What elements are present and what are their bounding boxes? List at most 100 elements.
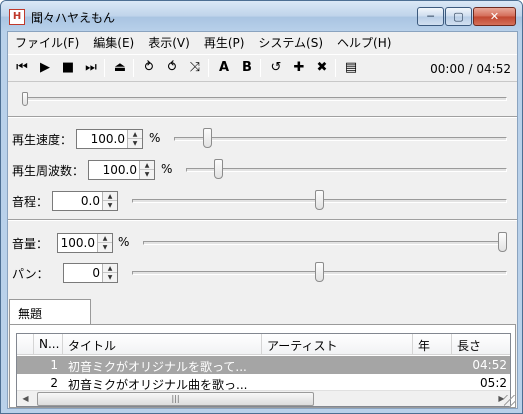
ab-loop-b-icon[interactable]: B <box>237 58 257 78</box>
speed-label: 再生速度： <box>12 133 73 147</box>
previous-icon[interactable]: ⏮ <box>12 58 32 78</box>
column-header-number[interactable]: N... <box>34 334 63 355</box>
toolbar-separator <box>335 59 336 77</box>
pitch-value: 0.0 <box>80 194 100 208</box>
menu-edit[interactable]: 編集(E) <box>86 32 141 52</box>
mark-loop-icon[interactable]: ↺ <box>266 58 286 78</box>
frequency-label: 再生周波数： <box>12 164 85 178</box>
scroll-left-icon[interactable]: ◀ <box>17 391 34 406</box>
menu-bar: ファイル(F) 編集(E) 表示(V) 再生(P) システム(S) ヘルプ(H) <box>8 32 517 52</box>
position-slider-track[interactable] <box>22 97 507 101</box>
row-artist <box>262 356 413 374</box>
column-header-year[interactable]: 年 <box>413 334 452 355</box>
column-header-length[interactable]: 長さ <box>452 334 510 355</box>
pan-spinbox[interactable]: 0 ▲ ▼ <box>63 263 118 283</box>
window-title: 聞々ハヤえもん <box>31 11 116 25</box>
playlist-icon[interactable]: ▤ <box>341 58 361 78</box>
menu-system[interactable]: システム(S) <box>251 32 330 52</box>
position-slider-thumb[interactable] <box>22 92 28 106</box>
pan-spinner[interactable]: ▲ ▼ <box>102 264 117 282</box>
frequency-unit: % <box>161 162 173 176</box>
toolbar-separator <box>260 59 261 77</box>
eject-icon[interactable]: ⏏ <box>110 58 130 78</box>
spin-down-icon[interactable]: ▼ <box>103 273 117 282</box>
repeat-one-icon[interactable]: ⥁ <box>139 58 159 78</box>
playlist-pane: N... タイトル アーティスト 年 長さ 1 初音ミクがオリジナルを歌って..… <box>9 324 516 408</box>
spin-up-icon[interactable]: ▲ <box>98 234 112 243</box>
frequency-slider-thumb[interactable] <box>214 159 224 179</box>
maximize-button[interactable]: ▢ <box>445 7 472 26</box>
speed-slider-thumb[interactable] <box>203 128 213 148</box>
speed-spinbox[interactable]: 100.0 ▲ ▼ <box>76 129 143 149</box>
speed-value: 100.0 <box>90 132 125 146</box>
pan-value: 0 <box>92 266 100 280</box>
volume-label: 音量： <box>12 237 49 251</box>
table-row[interactable]: 1 初音ミクがオリジナルを歌って... 04:52 <box>17 356 510 374</box>
spin-up-icon[interactable]: ▲ <box>103 192 117 201</box>
frequency-value: 100.0 <box>102 163 137 177</box>
speed-slider-track[interactable] <box>174 137 507 141</box>
volume-slider-track[interactable] <box>143 241 507 245</box>
scrollbar-thumb[interactable]: ||| <box>37 392 314 406</box>
app-logo-icon: H <box>9 9 25 25</box>
toolbar: ⏮ ▶ ■ ⏭ ⏏ ⥁ ⥀ ⤨ A B ↺ ✚ ✖ ▤ 00:00 / 04:5… <box>8 54 517 82</box>
volume-spinbox[interactable]: 100.0 ▲ ▼ <box>57 233 113 253</box>
frequency-slider-track[interactable] <box>186 168 507 172</box>
random-icon[interactable]: ⤨ <box>185 58 205 78</box>
toolbar-separator <box>104 59 105 77</box>
playlist-tabs: 無題 N... タイトル アーティスト 年 長さ 1 初音ミクがオリジナルを歌っ… <box>8 295 517 408</box>
tab-untitled[interactable]: 無題 <box>9 299 91 325</box>
toolbar-separator <box>208 59 209 77</box>
menu-play[interactable]: 再生(P) <box>197 32 252 52</box>
spin-down-icon[interactable]: ▼ <box>98 243 112 252</box>
spin-up-icon[interactable]: ▲ <box>128 130 142 139</box>
close-button[interactable]: ✕ <box>473 7 516 26</box>
repeat-all-icon[interactable]: ⥀ <box>162 58 182 78</box>
resize-grip-icon[interactable] <box>504 395 516 407</box>
speed-unit: % <box>149 131 161 145</box>
play-icon[interactable]: ▶ <box>35 58 55 78</box>
pan-label: パン： <box>12 267 49 281</box>
stop-icon[interactable]: ■ <box>58 58 78 78</box>
next-icon[interactable]: ⏭ <box>81 58 101 78</box>
frequency-spinner[interactable]: ▲ ▼ <box>139 161 154 179</box>
speed-spinner[interactable]: ▲ ▼ <box>127 130 142 148</box>
playlist-table: N... タイトル アーティスト 年 長さ 1 初音ミクがオリジナルを歌って..… <box>16 333 511 407</box>
menu-help[interactable]: ヘルプ(H) <box>330 32 398 52</box>
pan-slider-thumb[interactable] <box>315 262 324 282</box>
row-title: 初音ミクがオリジナルを歌って... <box>68 360 247 374</box>
delete-marker-icon[interactable]: ✖ <box>312 58 332 78</box>
spin-down-icon[interactable]: ▼ <box>140 170 154 179</box>
menu-view[interactable]: 表示(V) <box>141 32 197 52</box>
column-header-title[interactable]: タイトル <box>63 334 262 355</box>
pitch-slider-thumb[interactable] <box>315 190 324 210</box>
title-bar[interactable]: H 聞々ハヤえもん ─ ▢ ✕ <box>1 1 522 32</box>
pitch-spinbox[interactable]: 0.0 ▲ ▼ <box>52 191 118 211</box>
menu-file[interactable]: ファイル(F) <box>8 32 86 52</box>
app-window: H 聞々ハヤえもん ─ ▢ ✕ ファイル(F) 編集(E) 表示(V) 再生(P… <box>0 0 523 414</box>
volume-unit: % <box>118 235 130 249</box>
minimize-button[interactable]: ─ <box>417 7 444 26</box>
divider <box>8 219 517 221</box>
horizontal-scrollbar[interactable]: ◀ ||| ▶ <box>17 390 510 406</box>
volume-slider-thumb[interactable] <box>498 232 507 252</box>
row-year <box>413 356 452 374</box>
spin-down-icon[interactable]: ▼ <box>128 139 142 148</box>
frequency-spinbox[interactable]: 100.0 ▲ ▼ <box>88 160 155 180</box>
volume-value: 100.0 <box>60 236 95 250</box>
add-marker-icon[interactable]: ✚ <box>289 58 309 78</box>
divider <box>8 116 517 118</box>
column-header-artist[interactable]: アーティスト <box>262 334 413 355</box>
spin-up-icon[interactable]: ▲ <box>140 161 154 170</box>
table-header: N... タイトル アーティスト 年 長さ <box>17 334 510 355</box>
spin-up-icon[interactable]: ▲ <box>103 264 117 273</box>
ab-loop-a-icon[interactable]: A <box>214 58 234 78</box>
column-header-marker[interactable] <box>17 334 34 355</box>
volume-spinner[interactable]: ▲ ▼ <box>97 234 112 252</box>
pitch-spinner[interactable]: ▲ ▼ <box>102 192 117 210</box>
row-number: 1 <box>50 358 58 372</box>
pitch-label: 音程： <box>12 195 49 209</box>
spin-down-icon[interactable]: ▼ <box>103 201 117 210</box>
client-area: ファイル(F) 編集(E) 表示(V) 再生(P) システム(S) ヘルプ(H)… <box>7 31 518 409</box>
toolbar-separator <box>133 59 134 77</box>
